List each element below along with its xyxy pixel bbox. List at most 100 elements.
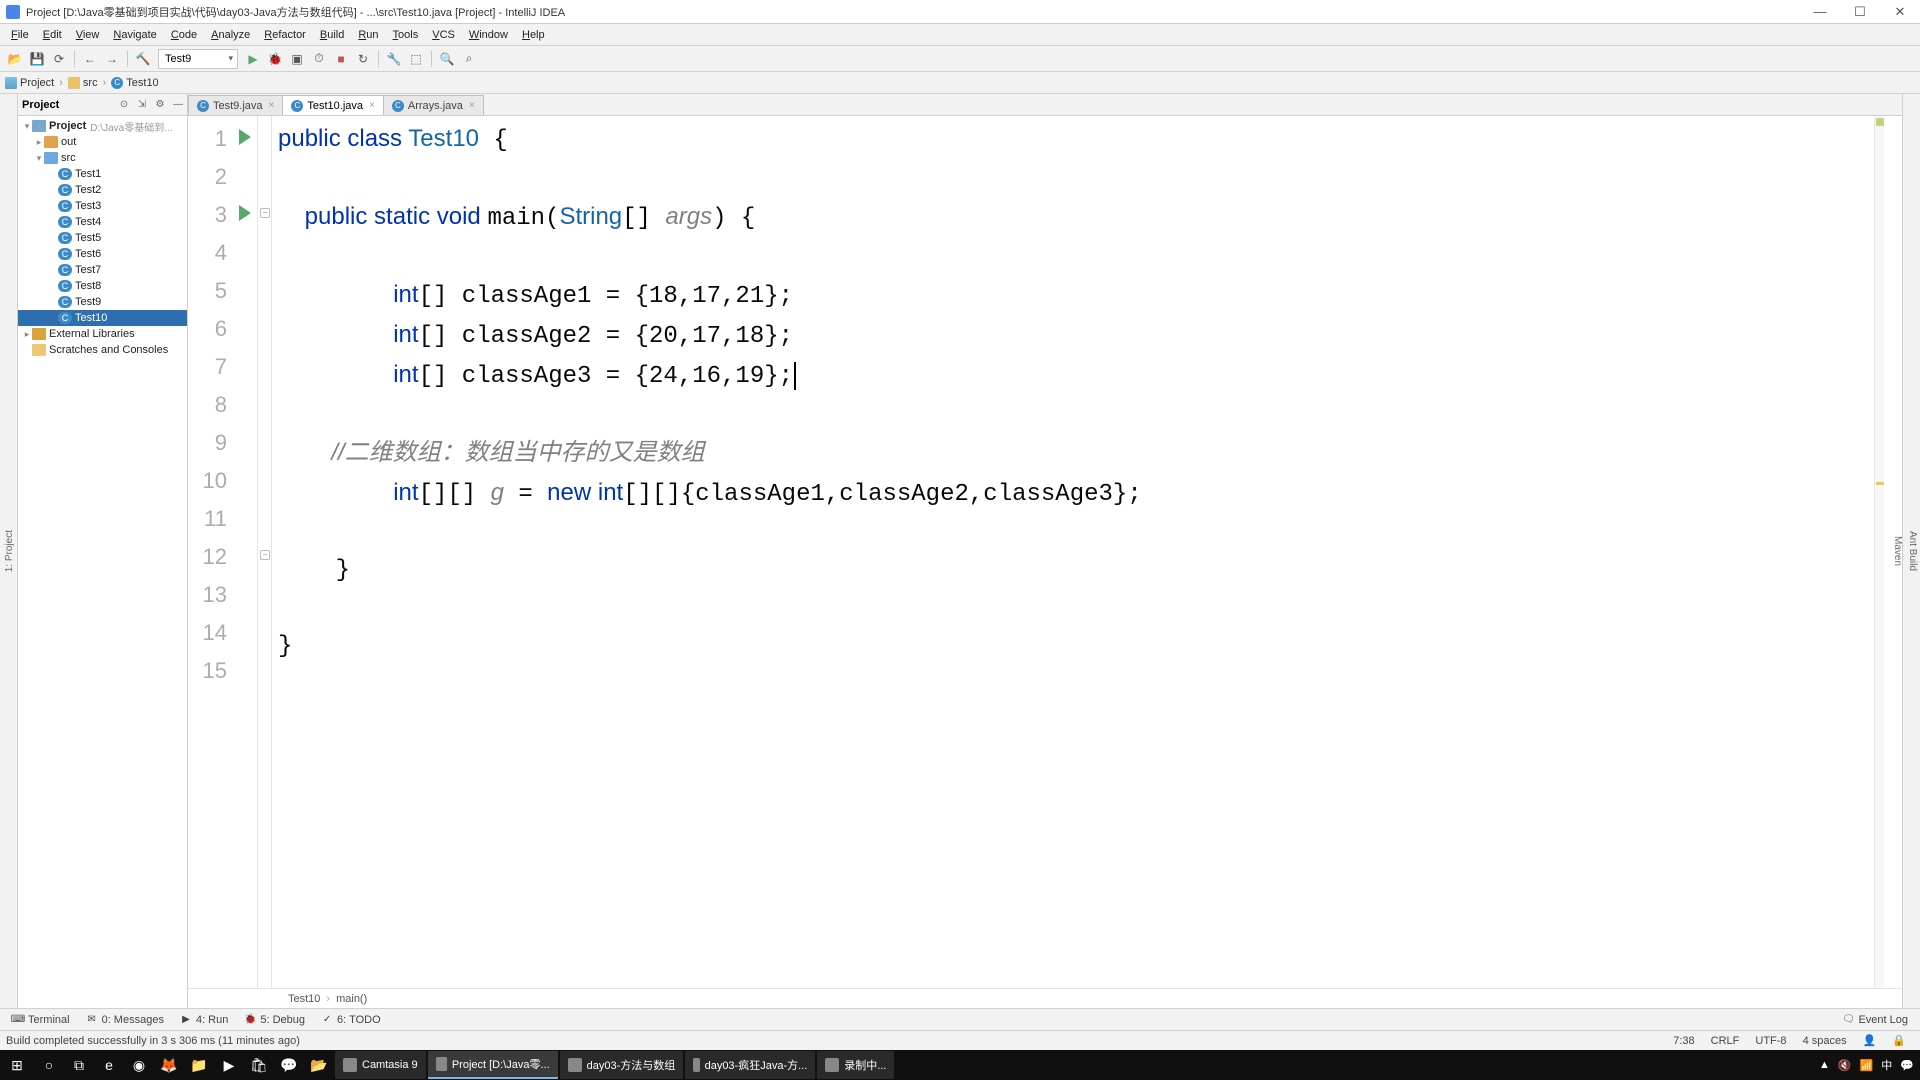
menu-build[interactable]: Build [313,27,351,43]
start-button[interactable]: ⊞ [0,1050,34,1080]
tree-item-test5[interactable]: CTest5 [18,230,187,246]
line-separator[interactable]: CRLF [1703,1035,1748,1047]
menu-navigate[interactable]: Navigate [106,27,163,43]
tray-ime-icon[interactable]: 中 [1881,1057,1892,1073]
folder2-icon[interactable]: 📂 [304,1050,334,1080]
tree-item-test10[interactable]: CTest10 [18,310,187,326]
caret-position[interactable]: 7:38 [1665,1035,1702,1047]
tree-item-test1[interactable]: CTest1 [18,166,187,182]
file-encoding[interactable]: UTF-8 [1747,1035,1794,1047]
expand-all-icon[interactable]: ⇲ [133,96,151,114]
menu-view[interactable]: View [69,27,107,43]
back-icon[interactable]: ← [79,48,101,70]
tray-overflow-icon[interactable]: ▲ [1819,1059,1830,1071]
menu-window[interactable]: Window [462,27,515,43]
left-tab-1-project[interactable]: 1: Project [2,524,17,578]
menu-code[interactable]: Code [164,27,204,43]
tree-item-test8[interactable]: CTest8 [18,278,187,294]
right-tab-ant-build[interactable]: Ant Build [1905,523,1920,579]
menu-help[interactable]: Help [515,27,552,43]
editor-tab-arrays-java[interactable]: CArrays.java× [383,95,484,115]
menu-refactor[interactable]: Refactor [257,27,313,43]
event-log-button[interactable]: 🗨Event Log [1834,1010,1916,1030]
gear-icon[interactable]: ⚙ [151,96,169,114]
menu-vcs[interactable]: VCS [425,27,462,43]
warning-marker[interactable] [1876,482,1884,485]
project-structure-icon[interactable]: ⬚ [405,48,427,70]
taskbar-app[interactable]: Camtasia 9 [335,1051,426,1079]
coverage-icon[interactable]: ▣ [286,48,308,70]
bottom-tab-6-todo[interactable]: ✓6: TODO [313,1010,389,1030]
nav-project[interactable]: Project [2,77,57,89]
forward-icon[interactable]: → [101,48,123,70]
project-tree[interactable]: ▾ProjectD:\Java零基础到...▸out▾srcCTest1CTes… [18,116,187,1008]
tree-item-project[interactable]: ▾ProjectD:\Java零基础到... [18,118,187,134]
bottom-tab-terminal[interactable]: ⌨Terminal [4,1010,78,1030]
tree-item-test9[interactable]: CTest9 [18,294,187,310]
system-tray[interactable]: ▲ 🔇 📶 中 💬 [1819,1057,1920,1073]
bottom-tab-0-messages[interactable]: ✉0: Messages [78,1010,172,1030]
tree-item-src[interactable]: ▾src [18,150,187,166]
settings-icon[interactable]: 🔧 [383,48,405,70]
firefox-icon[interactable]: 🦊 [154,1050,184,1080]
tree-item-external libraries[interactable]: ▸External Libraries [18,326,187,342]
select-opened-icon[interactable]: ⊙ [115,96,133,114]
tree-item-test4[interactable]: CTest4 [18,214,187,230]
wechat-icon[interactable]: 💬 [274,1050,304,1080]
close-button[interactable]: ✕ [1880,0,1920,24]
bottom-tab-5-debug[interactable]: 🐞5: Debug [236,1010,313,1030]
menu-tools[interactable]: Tools [386,27,426,43]
find-icon[interactable]: ⌕ [458,48,480,70]
stop-icon[interactable]: ■ [330,48,352,70]
tree-item-out[interactable]: ▸out [18,134,187,150]
fold-marker[interactable]: − [260,550,270,560]
video-icon[interactable]: ▶ [214,1050,244,1080]
maximize-button[interactable]: ☐ [1840,0,1880,24]
update-icon[interactable]: ↻ [352,48,374,70]
profile-icon[interactable]: ⏱ [308,48,330,70]
run-icon[interactable]: ▶ [242,48,264,70]
run-gutter-icon[interactable] [239,205,251,221]
tree-item-test7[interactable]: CTest7 [18,262,187,278]
tree-item-test2[interactable]: CTest2 [18,182,187,198]
taskbar-app[interactable]: Project [D:\Java零... [428,1051,558,1079]
editor-tab-test10-java[interactable]: CTest10.java× [282,95,384,115]
chrome-icon[interactable]: ◉ [124,1050,154,1080]
tree-item-test6[interactable]: CTest6 [18,246,187,262]
open-icon[interactable]: 📂 [4,48,26,70]
code-editor[interactable]: public class Test10 { public static void… [272,116,1902,988]
crumb-class[interactable]: Test10 [288,993,320,1005]
taskbar-app[interactable]: day03-疯狂Java-方... [685,1051,815,1079]
readonly-lock-icon[interactable]: 🔒 [1884,1034,1914,1047]
run-gutter-icon[interactable] [239,129,251,145]
cortana-icon[interactable]: ○ [34,1050,64,1080]
save-icon[interactable]: 💾 [26,48,48,70]
menu-analyze[interactable]: Analyze [204,27,257,43]
nav-src[interactable]: src [65,77,101,89]
tree-item-test3[interactable]: CTest3 [18,198,187,214]
run-config-select[interactable]: Test9 [158,49,238,69]
sync-icon[interactable]: ⟳ [48,48,70,70]
crumb-method[interactable]: main() [336,993,367,1005]
edge-icon[interactable]: e [94,1050,124,1080]
close-tab-icon[interactable]: × [469,100,475,111]
menu-file[interactable]: File [4,27,36,43]
store-icon[interactable]: 🛍 [244,1050,274,1080]
close-tab-icon[interactable]: × [369,100,375,111]
hide-icon[interactable]: — [169,96,187,114]
task-view-icon[interactable]: ⧉ [64,1050,94,1080]
indent-setting[interactable]: 4 spaces [1795,1035,1855,1047]
menu-run[interactable]: Run [351,27,385,43]
build-icon[interactable]: 🔨 [132,48,154,70]
tree-item-scratches and consoles[interactable]: Scratches and Consoles [18,342,187,358]
left-tab-2-favorites[interactable]: 2: Favorites [0,519,2,583]
taskbar-app[interactable]: 录制中... [817,1051,894,1079]
close-tab-icon[interactable]: × [269,100,275,111]
bottom-tab-4-run[interactable]: ▶4: Run [172,1010,236,1030]
inspection-icon[interactable]: 👤 [1855,1034,1885,1047]
taskbar-app[interactable]: day03-方法与数组 [560,1051,684,1079]
nav-test10[interactable]: CTest10 [108,77,161,89]
tray-notifications-icon[interactable]: 💬 [1900,1059,1914,1072]
menu-edit[interactable]: Edit [36,27,69,43]
fold-marker[interactable]: − [260,208,270,218]
